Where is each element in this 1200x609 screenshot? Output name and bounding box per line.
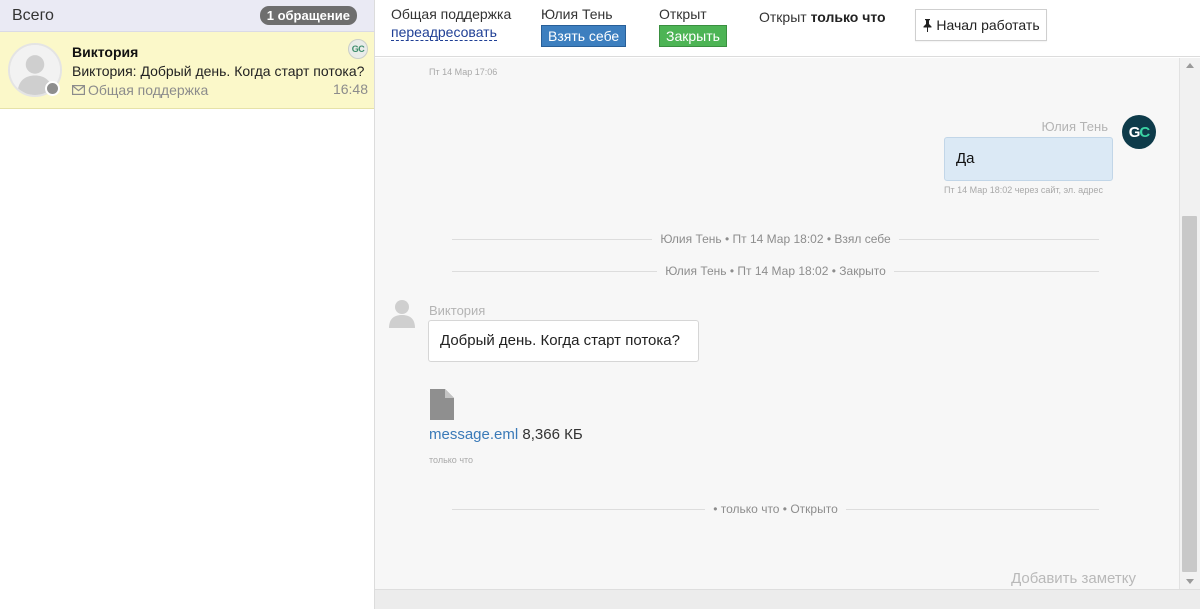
attachment-link[interactable]: message.eml: [429, 426, 518, 443]
divider: [452, 270, 658, 272]
scroll-down-arrow-icon[interactable]: [1186, 579, 1194, 584]
conversation-count-badge: 1 обращение: [259, 6, 357, 25]
start-work-button[interactable]: Начал работать: [915, 9, 1047, 41]
department-label: Общая поддержка: [391, 6, 512, 22]
redirect-link[interactable]: переадресовать: [391, 24, 497, 41]
conversation-time: 16:48: [332, 81, 368, 97]
conversation-channel-label: Общая поддержка: [88, 82, 209, 98]
divider: [452, 238, 653, 240]
add-note-link[interactable]: Добавить заметку: [1011, 570, 1136, 587]
divider: [893, 270, 1099, 272]
customer-message-avatar-icon: [389, 300, 415, 328]
status-label: Открыт: [659, 6, 707, 22]
conversation-item[interactable]: Виктория Виктория: Добрый день. Когда ст…: [0, 32, 374, 109]
system-event-text: Юлия Тень • Пт 14 Мар 18:02 • Взял себе: [660, 232, 891, 246]
ticket-toolbar: Общая поддержка переадресовать Юлия Тень…: [375, 0, 1200, 57]
system-event-taken: Юлия Тень • Пт 14 Мар 18:02 • Взял себе: [452, 232, 1099, 246]
conversation-list-panel: Всего 1 обращение Виктория Виктория: Доб…: [0, 0, 375, 609]
file-icon: [430, 389, 454, 420]
scroll-up-arrow-icon[interactable]: [1186, 63, 1194, 68]
conversation-list-header: Всего 1 обращение: [0, 0, 374, 32]
customer-message-bubble: Добрый день. Когда старт потока?: [428, 320, 699, 362]
agent-avatar: GC: [1122, 115, 1156, 149]
divider: [898, 238, 1099, 240]
system-event-closed: Юлия Тень • Пт 14 Мар 18:02 • Закрыто: [452, 264, 1099, 278]
agent-message-meta: Пт 14 Мар 18:02 через сайт, эл. адрес: [944, 185, 1103, 195]
department-group: Общая поддержка переадресовать: [391, 6, 511, 41]
conversation-list-title: Всего: [12, 6, 54, 24]
agent-label: Юлия Тень: [541, 6, 613, 22]
take-ticket-button[interactable]: Взять себе: [541, 25, 627, 47]
bottom-bar: [375, 589, 1200, 609]
envelope-icon: [72, 85, 85, 95]
system-event-text: Юлия Тень • Пт 14 Мар 18:02 • Закрыто: [665, 264, 886, 278]
conversation-preview: Виктория: Добрый день. Когда старт поток…: [72, 63, 365, 79]
system-event-opened: • только что • Открыто: [452, 502, 1099, 516]
attachment-size: 8,366 КБ: [522, 426, 583, 443]
agent-group: Юлия Тень Взять себе: [541, 6, 627, 47]
opened-when: только что: [810, 9, 886, 25]
attachment-time: только что: [429, 455, 474, 465]
close-ticket-button[interactable]: Закрыть: [659, 25, 727, 47]
assigned-agent-avatar: GC: [348, 39, 368, 59]
system-event-text: • только что • Открыто: [713, 502, 838, 516]
conversation-customer-name: Виктория: [72, 44, 139, 60]
divider: [452, 508, 706, 510]
divider: [845, 508, 1099, 510]
status-group: Открыт Закрыть: [659, 6, 727, 47]
customer-status-dot: [45, 81, 60, 96]
top-timestamp: Пт 14 Мар 17:06: [429, 67, 498, 77]
start-work-label: Начал работать: [936, 17, 1040, 33]
attachment-line: message.eml 8,366 КБ: [429, 426, 583, 443]
opened-prefix: Открыт: [759, 9, 807, 25]
customer-message-sender: Виктория: [429, 303, 486, 318]
agent-message-sender: Юлия Тень: [1041, 119, 1108, 134]
pin-icon: [923, 18, 932, 32]
conversation-channel: Общая поддержка: [72, 82, 208, 98]
scrollbar-thumb[interactable]: [1182, 216, 1197, 572]
chat-history: Пт 14 Мар 17:06 Юлия Тень GC Да Пт 14 Ма…: [375, 58, 1179, 589]
opened-status: Открыт только что: [759, 9, 886, 25]
chat-scrollbar[interactable]: [1179, 58, 1200, 589]
agent-message-bubble: Да: [944, 137, 1113, 181]
